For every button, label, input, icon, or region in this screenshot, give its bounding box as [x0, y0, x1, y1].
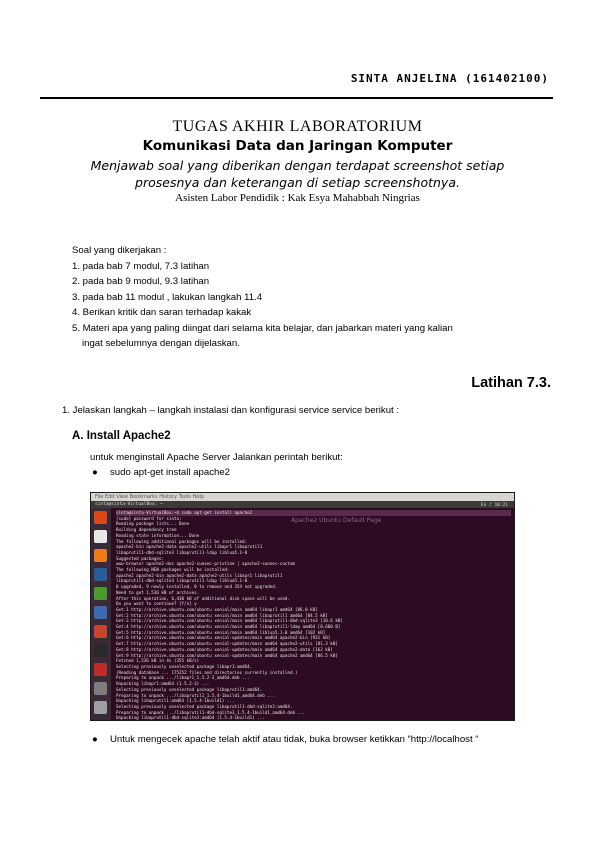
- bullet-localhost-text: Untuk mengecek apache telah aktif atau t…: [110, 734, 479, 745]
- launcher-app-icon[interactable]: [94, 682, 107, 695]
- launcher-app-icon[interactable]: [94, 549, 107, 562]
- launcher-app-icon[interactable]: [94, 511, 107, 524]
- launcher-app-icon[interactable]: [94, 644, 107, 657]
- terminal-line: Unpacking libaprutil1-dbd-sqlite3:amd64 …: [116, 715, 265, 721]
- launcher-app-icon[interactable]: [94, 530, 107, 543]
- launcher-app-icon[interactable]: [94, 625, 107, 638]
- browser-menubar: File Edit View Bookmarks History Tools H…: [91, 493, 514, 501]
- page-header-name: SINTA ANJELINA (161402100): [350, 72, 549, 85]
- section-title: Latihan 7.3.: [471, 375, 551, 391]
- task-item: 4. Berikan kritik dan saran terhadap kak…: [72, 307, 252, 318]
- task-item: 1. pada bab 7 modul, 7.3 latihan: [72, 260, 210, 272]
- subsection-a-title: A. Install Apache2: [72, 430, 171, 442]
- launcher-app-icon[interactable]: [94, 587, 107, 600]
- bullet-localhost: ● Untuk mengecek apache telah aktif atau …: [92, 734, 479, 745]
- terminal-screenshot: File Edit View Bookmarks History Tools H…: [90, 492, 515, 721]
- ubuntu-topbar: sinta@sinta-VirtualBox: ~ En ♪ 10:21: [91, 501, 514, 508]
- header-rule: [40, 97, 553, 99]
- title-description: Menjawab soal yang diberikan dengan terd…: [90, 158, 505, 190]
- window-title: sinta@sinta-VirtualBox: ~: [95, 502, 163, 507]
- terminal-output: sinta@sinta-VirtualBox:~$ sudo apt-get i…: [113, 508, 514, 720]
- title-block: TUGAS AKHIR LABORATORIUM Komunikasi Data…: [0, 118, 595, 204]
- bullet-install-text: sudo apt-get install apache2: [110, 467, 231, 478]
- launcher-app-icon[interactable]: [94, 663, 107, 676]
- bullet-icon: ●: [92, 734, 98, 745]
- question-1: 1. Jelaskan langkah – langkah instalasi …: [62, 405, 400, 416]
- title-main: TUGAS AKHIR LABORATORIUM: [172, 118, 423, 135]
- task-item: 2. pada bab 9 modul, 9.3 latihan: [72, 276, 210, 287]
- launcher-app-icon[interactable]: [94, 701, 107, 714]
- launcher-app-icon[interactable]: [94, 568, 107, 581]
- title-subtitle: Komunikasi Data dan Jaringan Komputer: [142, 138, 453, 154]
- task-item: 3. pada bab 11 modul , lakukan langkah 1…: [72, 291, 263, 303]
- title-assistant: Asisten Labor Pendidik : Kak Esya Mahabb…: [175, 192, 420, 204]
- task-list-heading: Soal yang dikerjakan :: [72, 245, 167, 256]
- task-item-continuation: ingat sebelumnya dengan dijelaskan.: [82, 338, 240, 349]
- intro-text: untuk menginstall Apache Server Jalankan…: [90, 452, 343, 463]
- ubuntu-launcher: [91, 508, 111, 720]
- bullet-install: ● sudo apt-get install apache2: [92, 467, 230, 478]
- bullet-icon: ●: [92, 467, 98, 478]
- launcher-app-icon[interactable]: [94, 606, 107, 619]
- task-item: 5. Materi apa yang paling diingat dari s…: [72, 322, 453, 334]
- task-list: Soal yang dikerjakan : 1. pada bab 7 mod…: [72, 243, 542, 352]
